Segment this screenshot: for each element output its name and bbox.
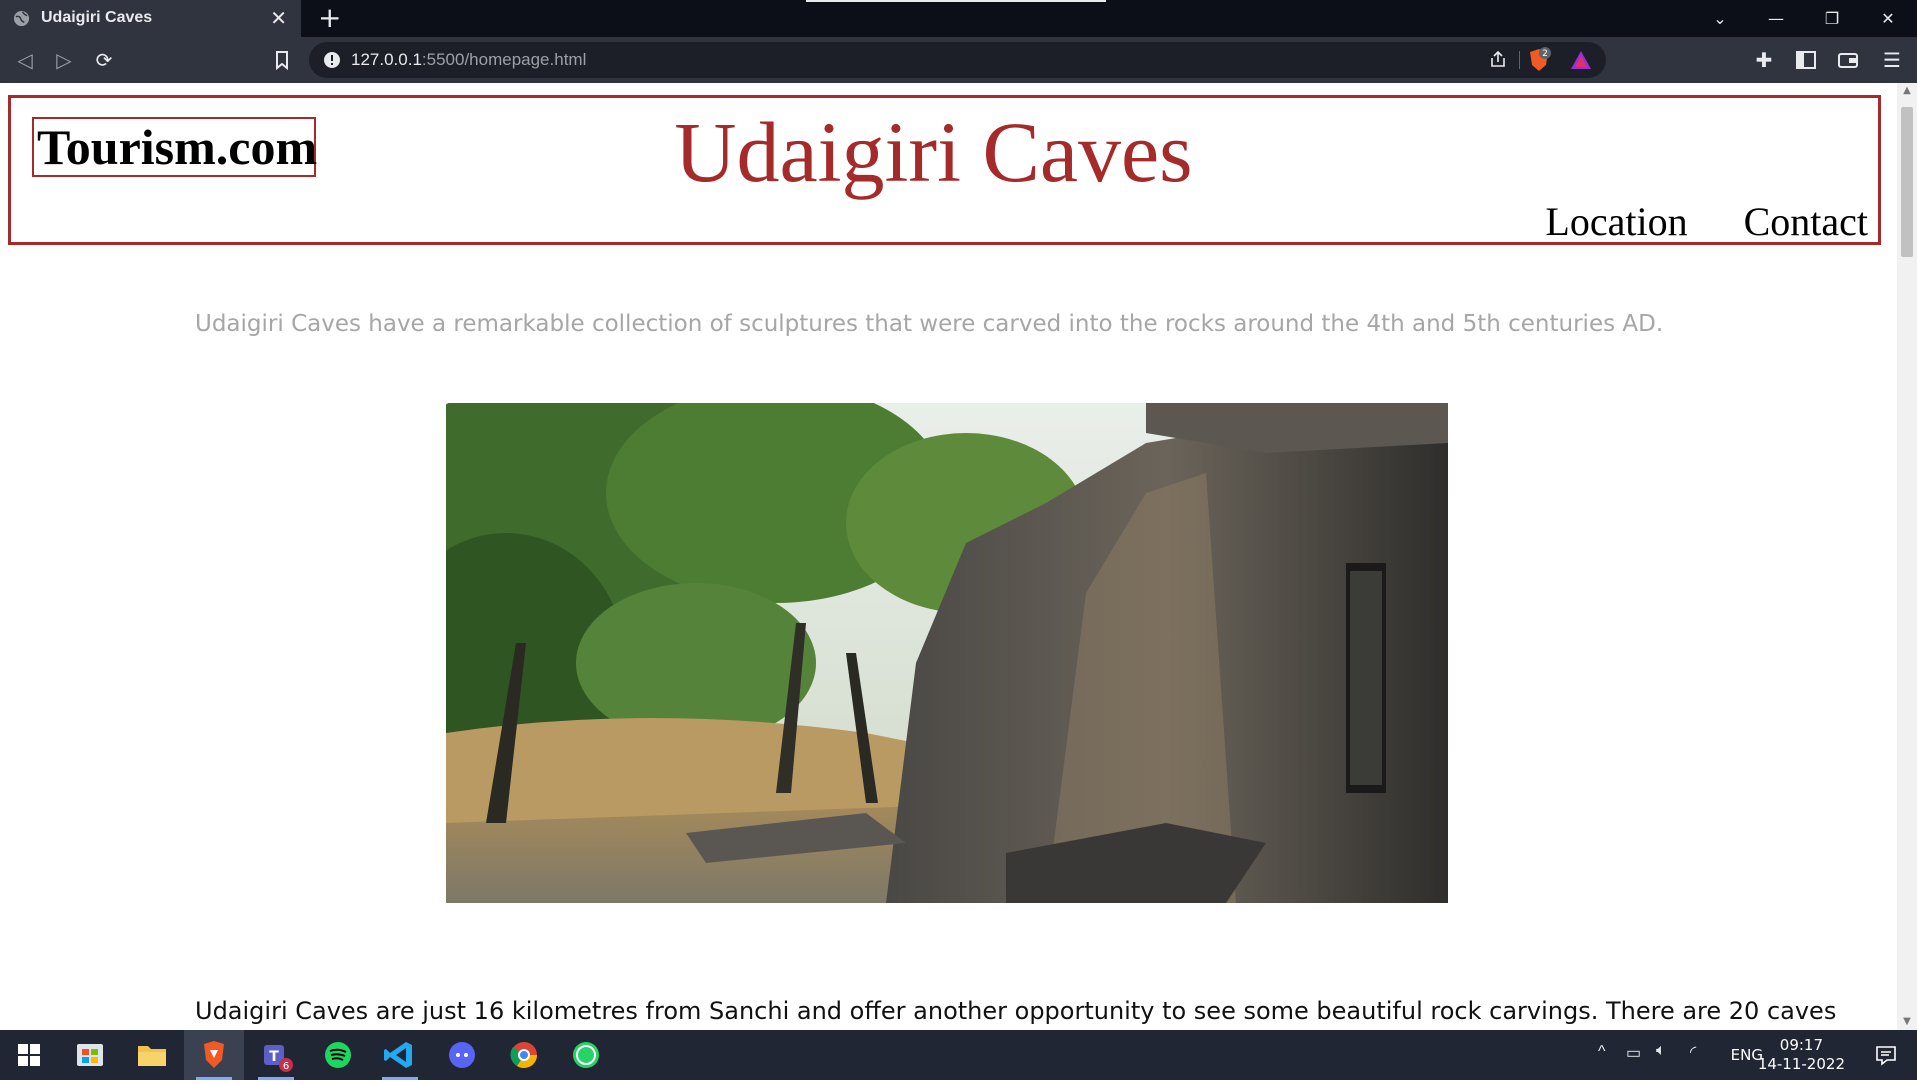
tab-loading-strip (806, 0, 1106, 2)
clock[interactable]: 09:17 14-11-2022 (1758, 1036, 1845, 1074)
body-paragraph: Udaigiri Caves are just 16 kilometres fr… (195, 997, 1837, 1025)
sidebar-icon[interactable] (1794, 48, 1818, 72)
page-scrollbar[interactable]: ▲ ▼ (1897, 83, 1917, 1030)
svg-text:2: 2 (1542, 49, 1548, 59)
svg-text:6: 6 (283, 1061, 289, 1072)
clock-date: 14-11-2022 (1757, 1055, 1845, 1073)
close-window-button[interactable]: ✕ (1860, 0, 1916, 37)
nav-contact-link[interactable]: Contact (1744, 199, 1868, 244)
extensions-icon[interactable]: ✚ (1752, 48, 1776, 72)
scroll-thumb[interactable] (1901, 107, 1913, 257)
whatsapp-icon[interactable] (556, 1030, 616, 1080)
wifi-icon[interactable]: ◜ (1690, 1042, 1696, 1062)
reload-icon[interactable]: ⟳ (92, 48, 116, 72)
scroll-down-arrow-icon[interactable]: ▼ (1897, 1014, 1917, 1030)
clock-time: 09:17 (1779, 1036, 1824, 1054)
site-info-icon[interactable] (323, 51, 341, 69)
site-nav: Location Contact (1499, 198, 1868, 245)
bookmark-icon[interactable] (270, 48, 294, 72)
nav-location-link[interactable]: Location (1545, 199, 1687, 244)
notification-icon[interactable] (1875, 1044, 1897, 1066)
teams-icon: T 6 (264, 1045, 293, 1072)
wallet-icon[interactable] (1836, 48, 1860, 72)
tab-title: Udaigiri Caves (41, 9, 153, 26)
back-icon[interactable]: ◁ (13, 48, 37, 72)
windows-taskbar: T 6 ^ ▭ 🔈︎ ◜ ENG 09:17 14-11-2022 (0, 1030, 1917, 1080)
discord-icon[interactable] (432, 1030, 492, 1080)
menu-icon[interactable]: ☰ (1880, 48, 1904, 72)
battery-icon[interactable]: ▭ (1626, 1043, 1641, 1063)
address-bar[interactable]: 127.0.0.1:5500/homepage.html 2 (309, 42, 1606, 78)
chrome-dev-icon[interactable] (494, 1030, 554, 1080)
brave-rewards-icon[interactable] (1570, 49, 1592, 71)
divider (1519, 51, 1520, 69)
hero-image (446, 403, 1448, 903)
share-icon[interactable] (1488, 49, 1508, 69)
svg-text:T: T (269, 1049, 279, 1065)
volume-icon[interactable]: 🔈︎ (1656, 1042, 1666, 1060)
forward-icon[interactable]: ▷ (52, 48, 76, 72)
file-explorer-icon[interactable] (122, 1030, 182, 1080)
url-text: 127.0.0.1:5500/homepage.html (351, 50, 587, 69)
page-title: Udaigiri Caves (674, 104, 1193, 200)
spotify-icon[interactable] (308, 1030, 368, 1080)
taskbar-teams[interactable]: T 6 (246, 1030, 306, 1080)
brave-icon (204, 1041, 224, 1068)
globe-icon (13, 10, 30, 27)
tab-search-icon[interactable]: ⌄ (1692, 0, 1748, 37)
minimize-button[interactable]: — (1748, 0, 1804, 37)
tab-close-icon[interactable]: ✕ (270, 8, 287, 28)
browser-tab[interactable]: Udaigiri Caves ✕ (0, 0, 301, 37)
taskbar-brave[interactable] (184, 1030, 244, 1080)
vscode-icon (384, 1042, 412, 1068)
page-viewport: Tourism.com Udaigiri Caves Location Cont… (0, 83, 1897, 1030)
windows-start-icon[interactable] (0, 1030, 60, 1080)
site-header: Tourism.com Udaigiri Caves Location Cont… (8, 95, 1881, 245)
browser-tab-bar: Udaigiri Caves ✕ + ⌄ — ❐ ✕ (0, 0, 1917, 37)
scroll-up-arrow-icon[interactable]: ▲ (1897, 83, 1917, 99)
intro-text: Udaigiri Caves have a remarkable collect… (195, 311, 1664, 337)
brave-shield-icon[interactable]: 2 (1526, 47, 1552, 73)
restore-button[interactable]: ❐ (1804, 0, 1860, 37)
tray-overflow-icon[interactable]: ^ (1598, 1043, 1606, 1061)
new-tab-button[interactable]: + (318, 4, 341, 32)
taskbar-vscode[interactable] (370, 1030, 430, 1080)
browser-toolbar: ◁ ▷ ⟳ 127.0.0.1:5500/homepage.html 2 ✚ ☰ (0, 37, 1917, 83)
store-icon[interactable] (60, 1030, 120, 1080)
